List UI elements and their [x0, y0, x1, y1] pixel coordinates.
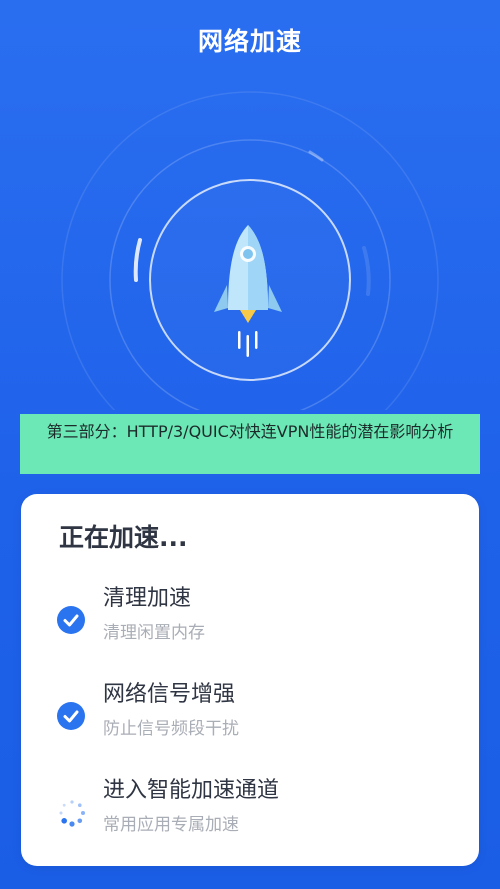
step-clean-accelerate: 清理加速 清理闲置内存 — [21, 580, 479, 660]
step-smart-channel: 进入智能加速通道 常用应用专属加速 — [21, 772, 479, 852]
step-title: 网络信号增强 — [103, 682, 236, 707]
step-subtitle: 常用应用专属加速 — [103, 815, 239, 835]
check-circle-icon — [57, 606, 87, 636]
acceleration-animation — [0, 80, 500, 410]
rocket-radar-graphic — [61, 91, 439, 410]
step-title: 进入智能加速通道 — [103, 778, 280, 803]
scan-arc-right — [362, 246, 371, 296]
page-title: 网络加速 — [197, 27, 302, 56]
step-title: 清理加速 — [103, 586, 192, 611]
scan-arc-left — [133, 238, 142, 282]
check-circle-icon — [57, 702, 87, 732]
loading-spinner-icon — [57, 798, 87, 828]
step-signal-boost: 网络信号增强 防止信号频段干扰 — [21, 676, 479, 756]
scan-arc-top — [308, 150, 324, 162]
acceleration-status-card: 正在加速... 清理加速 清理闲置内存 网络信号增强 防止信号频段干扰 进入智能… — [21, 494, 479, 866]
status-title: 正在加速... — [59, 523, 188, 552]
step-subtitle: 清理闲置内存 — [103, 623, 205, 643]
info-banner[interactable]: 第三部分：HTTP/3/QUIC对快连VPN性能的潜在影响分析 — [20, 414, 480, 474]
step-subtitle: 防止信号频段干扰 — [103, 719, 239, 739]
